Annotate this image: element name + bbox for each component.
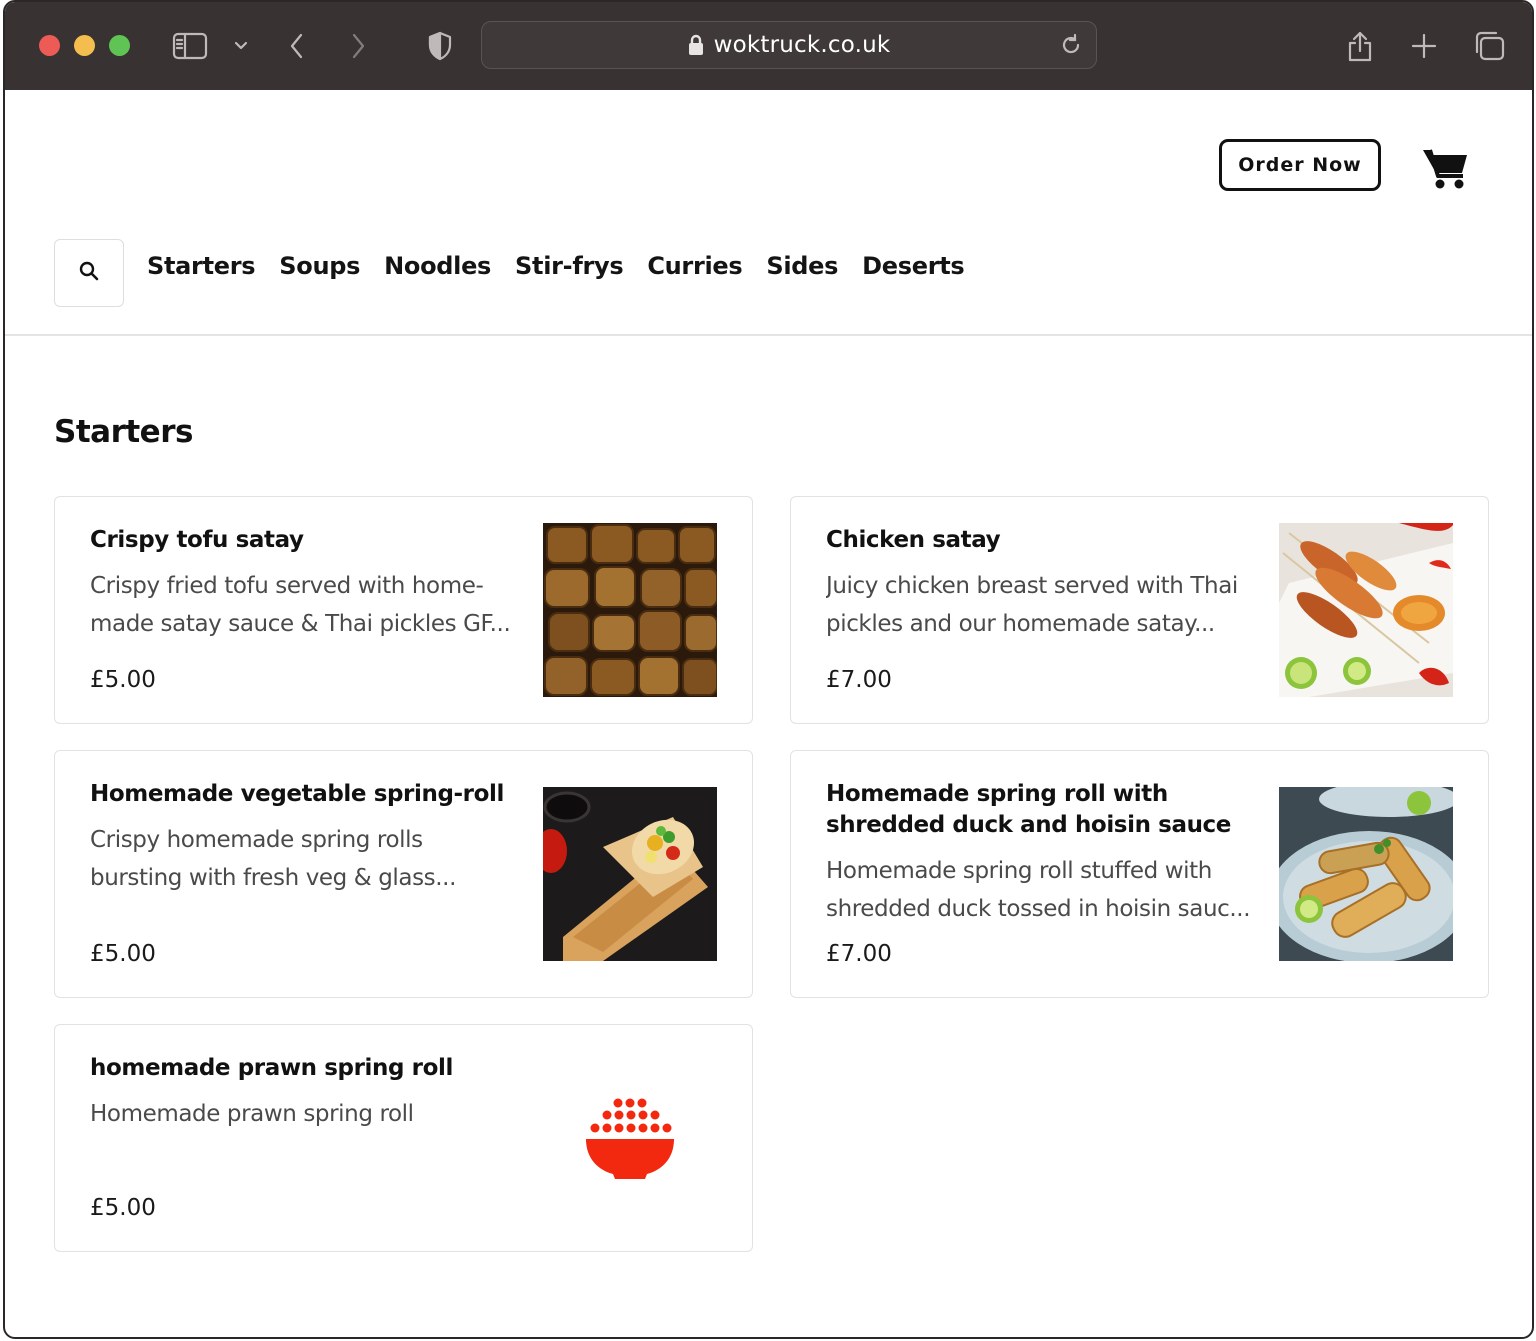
tab-overview-icon[interactable] [1469, 26, 1509, 66]
rice-bowl-placeholder-icon [543, 1051, 717, 1225]
back-arrow-icon[interactable] [277, 26, 317, 66]
menu-item-card[interactable]: Chicken satay Juicy chicken breast serve… [790, 496, 1489, 724]
menu-item-card[interactable]: Homemade vegetable spring-roll Crispy ho… [54, 750, 753, 998]
nav-divider [5, 334, 1532, 336]
nav-item-starters[interactable]: Starters [147, 252, 256, 280]
zoom-window-button[interactable] [109, 35, 130, 56]
nav-item-curries[interactable]: Curries [647, 252, 742, 280]
menu-item-card[interactable]: homemade prawn spring roll Homemade praw… [54, 1024, 753, 1252]
search-icon [79, 261, 99, 286]
section-title: Starters [54, 414, 193, 450]
address-bar[interactable]: woktruck.co.uk [481, 21, 1097, 69]
menu-item-price: £5.00 [90, 941, 156, 967]
browser-toolbar: woktruck.co.uk [5, 2, 1532, 90]
nav-item-stir-frys[interactable]: Stir-frys [515, 252, 624, 280]
menu-item-title: homemade prawn spring roll [90, 1055, 453, 1081]
menu-item-title: Homemade spring roll with shredded duck … [826, 781, 1231, 838]
nav-item-noodles[interactable]: Noodles [384, 252, 491, 280]
category-nav: Starters Soups Noodles Stir-frys Curries… [147, 252, 988, 280]
menu-item-title: Crispy tofu satay [90, 527, 304, 553]
order-now-button[interactable]: Order Now [1219, 139, 1381, 191]
menu-item-description: Crispy homemade spring rolls bursting wi… [90, 827, 456, 891]
tofu-satay-image [543, 523, 717, 697]
menu-search-button[interactable] [54, 239, 124, 307]
url-text: woktruck.co.uk [713, 32, 891, 58]
menu-item-description: Homemade prawn spring roll [90, 1101, 414, 1127]
menu-item-card[interactable]: Homemade spring roll with shredded duck … [790, 750, 1489, 998]
menu-item-price: £5.00 [90, 1195, 156, 1221]
sidebar-toggle-icon[interactable] [170, 26, 210, 66]
nav-item-soups[interactable]: Soups [279, 252, 360, 280]
menu-item-price: £5.00 [90, 667, 156, 693]
menu-item-description: Juicy chicken breast served with Thai pi… [826, 573, 1238, 637]
nav-item-sides[interactable]: Sides [766, 252, 838, 280]
nav-item-deserts[interactable]: Deserts [862, 252, 965, 280]
forward-arrow-icon[interactable] [338, 26, 378, 66]
lock-icon [688, 34, 704, 56]
menu-item-title: Chicken satay [826, 527, 1001, 553]
menu-item-description: Crispy fried tofu served with home-made … [90, 573, 511, 637]
menu-item-price: £7.00 [826, 941, 892, 967]
menu-item-description: Homemade spring roll stuffed with shredd… [826, 858, 1251, 922]
menu-item-card[interactable]: Crispy tofu satay Crispy fried tofu serv… [54, 496, 753, 724]
privacy-shield-icon[interactable] [420, 26, 460, 66]
close-window-button[interactable] [39, 35, 60, 56]
browser-window: woktruck.co.uk Order Now Starters Soups … [3, 0, 1534, 1339]
new-tab-plus-icon[interactable] [1404, 26, 1444, 66]
reload-icon[interactable] [1056, 30, 1086, 60]
menu-item-title: Homemade vegetable spring-roll [90, 781, 504, 807]
duck-spring-roll-image [1279, 787, 1453, 961]
chevron-down-icon[interactable] [221, 26, 261, 66]
minimize-window-button[interactable] [74, 35, 95, 56]
window-controls [39, 35, 130, 56]
share-icon[interactable] [1340, 26, 1380, 66]
menu-item-price: £7.00 [826, 667, 892, 693]
vegetable-spring-roll-image [543, 787, 717, 961]
shopping-cart-icon[interactable] [1421, 146, 1471, 190]
chicken-satay-image [1279, 523, 1453, 697]
